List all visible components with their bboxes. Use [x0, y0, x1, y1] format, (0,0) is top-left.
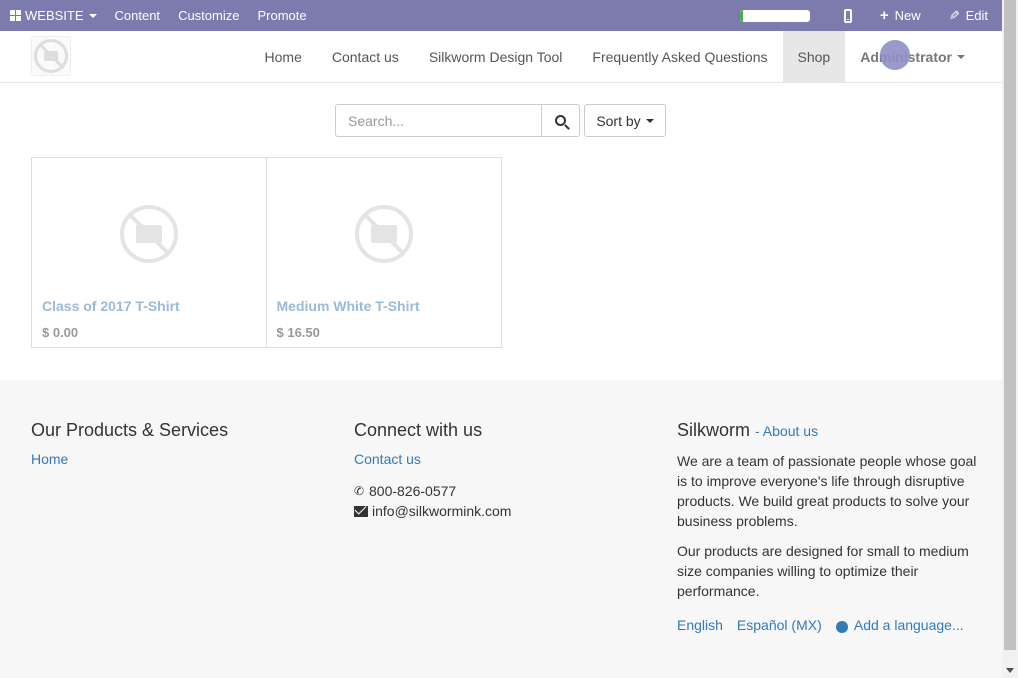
nav-shop[interactable]: Shop: [782, 31, 846, 83]
mobile-icon: [843, 8, 852, 23]
footer-about-column: Silkworm - About us We are a team of pas…: [677, 420, 977, 633]
nav-home[interactable]: Home: [250, 31, 317, 83]
site-navbar: Home Contact us Silkworm Design Tool Fre…: [0, 31, 1002, 83]
footer-products-column: Our Products & Services Home: [31, 420, 228, 467]
scroll-down-icon[interactable]: [1006, 668, 1014, 673]
language-spanish-mx[interactable]: Español (MX): [737, 617, 822, 633]
customize-menu[interactable]: Customize: [169, 0, 248, 31]
user-menu[interactable]: Administrator: [845, 31, 980, 83]
site-logo[interactable]: [31, 36, 71, 76]
about-paragraph: We are a team of passionate people whose…: [677, 453, 977, 529]
no-image-icon: [354, 205, 413, 263]
site-footer: Our Products & Services Home Connect wit…: [0, 380, 1002, 678]
product-price: $ 0.00: [42, 325, 79, 340]
product-image[interactable]: [120, 205, 178, 263]
about-us-link[interactable]: - About us: [755, 423, 818, 439]
footer-heading: Our Products & Services: [31, 420, 229, 440]
plus-circle-icon: +: [835, 621, 848, 633]
no-image-icon: [34, 39, 68, 73]
add-language-label: Add a language...: [853, 617, 964, 633]
admin-bar: WEBSITE Content Customize Promote + New …: [0, 0, 1002, 31]
progress-bar: [739, 9, 810, 22]
phone-number: 800-826-0577: [369, 483, 457, 499]
about-paragraph: Our products are designed for small to m…: [677, 543, 969, 599]
website-menu-label: WEBSITE: [25, 8, 84, 23]
pencil-icon: ✎: [948, 7, 960, 23]
sort-by-label: Sort by: [596, 112, 641, 129]
caret-down-icon: [88, 13, 97, 18]
page-scrollbar[interactable]: [1002, 0, 1018, 678]
new-button-label: New: [894, 8, 921, 23]
grid-icon: [10, 10, 21, 21]
website-menu[interactable]: WEBSITE: [0, 0, 106, 31]
promote-menu[interactable]: Promote: [248, 0, 315, 31]
product-name[interactable]: Class of 2017 T-Shirt: [42, 298, 180, 314]
company-name: Silkworm: [677, 420, 751, 440]
product-card[interactable]: Medium White T-Shirt $ 16.50: [267, 158, 502, 347]
envelope-icon: [354, 505, 368, 517]
product-name[interactable]: Medium White T-Shirt: [277, 298, 420, 314]
product-price: $ 16.50: [276, 325, 320, 340]
sort-by-dropdown[interactable]: Sort by: [584, 104, 666, 137]
new-button[interactable]: + New: [866, 0, 935, 31]
nav-contact-us[interactable]: Contact us: [317, 31, 414, 83]
product-search: [335, 104, 580, 137]
edit-button[interactable]: ✎ Edit: [935, 0, 1002, 31]
nav-silkworm-design-tool[interactable]: Silkworm Design Tool: [414, 31, 578, 83]
caret-down-icon: [957, 55, 965, 59]
phone-icon: ✆: [354, 484, 365, 498]
plus-icon: +: [879, 7, 889, 24]
product-image[interactable]: [354, 205, 413, 263]
scrollbar-thumb[interactable]: [1004, 0, 1016, 650]
language-english[interactable]: English: [677, 617, 723, 633]
search-button[interactable]: [542, 104, 580, 137]
product-grid: Class of 2017 T-Shirt $ 0.00 Medium Whit…: [31, 157, 502, 348]
footer-heading: Silkworm - About us: [677, 420, 977, 441]
nav-faq[interactable]: Frequently Asked Questions: [577, 31, 782, 83]
content-menu[interactable]: Content: [106, 0, 170, 31]
product-card[interactable]: Class of 2017 T-Shirt $ 0.00: [32, 158, 267, 347]
email-address: info@silkwormink.com: [372, 503, 512, 519]
edit-button-label: Edit: [965, 8, 988, 23]
language-selector: English Español (MX) + Add a language...: [677, 617, 977, 633]
progress-fill: [739, 9, 744, 22]
phone-line: ✆ 800-826-0577: [354, 481, 511, 501]
nav-links: Home Contact us Silkworm Design Tool Fre…: [250, 31, 980, 83]
footer-heading: Connect with us: [354, 420, 483, 440]
search-icon: [555, 115, 566, 126]
add-language-link[interactable]: + Add a language...: [835, 617, 964, 633]
no-image-icon: [120, 205, 178, 263]
email-line: info@silkwormink.com: [354, 501, 511, 521]
mobile-preview-button[interactable]: [830, 0, 866, 31]
search-input[interactable]: [335, 104, 542, 137]
caret-down-icon: [645, 118, 654, 123]
footer-contact-link[interactable]: Contact us: [354, 451, 421, 467]
footer-connect-column: Connect with us Contact us ✆ 800-826-057…: [354, 420, 511, 521]
cursor-indicator: [880, 40, 910, 70]
footer-home-link[interactable]: Home: [31, 451, 68, 467]
